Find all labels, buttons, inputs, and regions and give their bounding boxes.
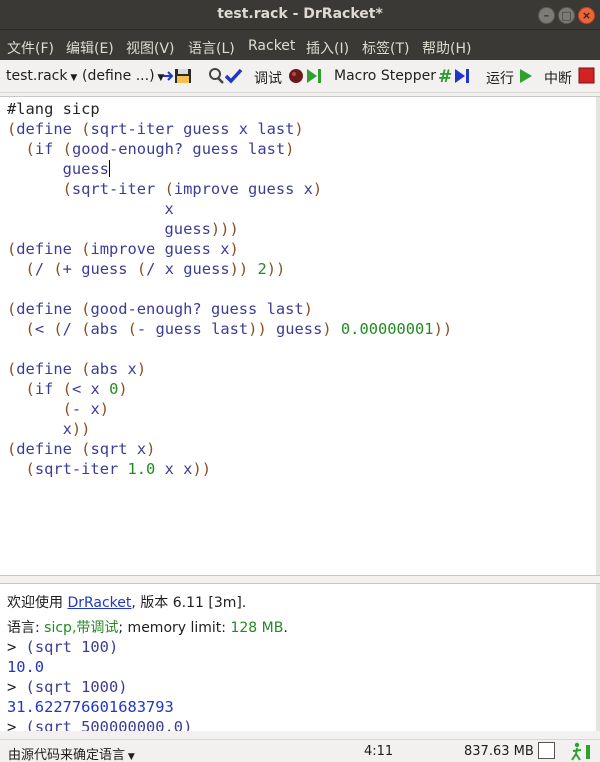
- editor-scrollbar[interactable]: [596, 97, 600, 575]
- pane-splitter[interactable]: [0, 576, 600, 583]
- language-prefix: 语言:: [7, 620, 45, 636]
- memory-limit-value: 128 MB: [230, 620, 284, 636]
- code-line: (define (abs x): [7, 360, 147, 378]
- language-line: 语言: sicp,带调试; memory limit: 128 MB.: [7, 617, 288, 637]
- code-line: (define (sqrt-iter guess x last): [7, 120, 304, 138]
- repl-prompt: >: [7, 678, 26, 696]
- repl-prompt: >: [7, 718, 26, 731]
- close-button[interactable]: ×: [578, 7, 595, 24]
- memory-usage: 837.63 MB: [464, 744, 534, 759]
- debug-button[interactable]: 调试: [254, 68, 282, 88]
- code-line: (/ (+ guess (/ x guess)) 2)): [25, 260, 286, 278]
- check-syntax-icon[interactable]: [208, 67, 244, 85]
- menu-help[interactable]: 帮助(H): [422, 38, 471, 58]
- svg-text:#: #: [438, 67, 452, 85]
- text-cursor: [108, 160, 110, 177]
- minimize-button[interactable]: –: [538, 7, 555, 24]
- memory-suffix: .: [283, 620, 288, 636]
- language-selector-label: 由源代码来确定语言: [8, 748, 126, 762]
- code-line: (sqrt-iter (improve guess x): [62, 180, 323, 198]
- welcome-suffix: , 版本 6.11 [3m].: [131, 595, 247, 611]
- chevron-down-icon: ▼: [67, 73, 78, 83]
- code-line: x)): [62, 420, 91, 438]
- save-icon[interactable]: [162, 67, 194, 85]
- toolbar: test.rack ▼ (define ...) ▼ 调试 Macro Step…: [0, 60, 600, 93]
- cursor-position: 4:11: [364, 744, 394, 759]
- repl-input: (sqrt 500000000.0): [25, 718, 193, 731]
- code-line: (sqrt-iter 1.0 x x)): [25, 460, 212, 478]
- code-line: guess))): [164, 220, 239, 238]
- menu-language[interactable]: 语言(L): [188, 38, 235, 58]
- code-line: (< (/ (abs (- guess last)) guess) 0.0000…: [25, 320, 453, 338]
- file-selector[interactable]: test.rack ▼: [6, 68, 77, 84]
- code-line: (if (good-enough? guess last): [25, 140, 295, 158]
- menu-tabs[interactable]: 标签(T): [362, 38, 409, 58]
- define-selector[interactable]: (define ...) ▼: [82, 68, 164, 84]
- window-title: test.rack - DrRacket*: [217, 6, 383, 22]
- code-line: (define (good-enough? guess last): [7, 300, 313, 318]
- repl-output-line: 31.622776601683793: [7, 698, 174, 716]
- menu-insert[interactable]: 插入(I): [306, 38, 349, 58]
- menu-edit[interactable]: 编辑(E): [66, 38, 114, 58]
- repl-input-line: > (sqrt 500000000.0): [7, 718, 192, 731]
- status-bar: 由源代码来确定语言 ▼ 4:11 837.63 MB: [0, 739, 600, 762]
- menu-file[interactable]: 文件(F): [7, 38, 54, 58]
- interactions-scrollbar[interactable]: [596, 584, 600, 731]
- language-selector[interactable]: 由源代码来确定语言 ▼: [8, 744, 135, 762]
- code-line: #lang sicp: [7, 100, 100, 118]
- code-line: (if (< x 0): [25, 380, 128, 398]
- welcome-line: 欢迎使用 DrRacket, 版本 6.11 [3m].: [7, 592, 246, 612]
- code-line: (define (sqrt x): [7, 440, 156, 458]
- menu-view[interactable]: 视图(V): [126, 38, 175, 58]
- window-titlebar: test.rack - DrRacket* – □ ×: [0, 0, 600, 30]
- break-button[interactable]: 中断: [544, 68, 572, 88]
- repl-output-line: 10.0: [7, 658, 45, 676]
- drracket-link[interactable]: DrRacket: [67, 595, 131, 611]
- language-value: sicp,带调试: [44, 620, 119, 636]
- repl-input-line: > (sqrt 1000): [7, 678, 127, 696]
- interactions-pane[interactable]: 欢迎使用 DrRacket, 版本 6.11 [3m]. 语言: sicp,带调…: [0, 583, 600, 731]
- repl-prompt: >: [7, 638, 26, 656]
- repl-input: (sqrt 1000): [25, 678, 128, 696]
- code-line: ​: [7, 279, 452, 299]
- file-selector-label: test.rack: [6, 68, 68, 84]
- gc-indicator: [538, 742, 555, 759]
- chevron-down-icon: ▼: [125, 752, 135, 762]
- definitions-editor[interactable]: #lang sicp (define (sqrt-iter guess x las…: [0, 96, 600, 576]
- define-selector-label: (define ...): [82, 68, 155, 84]
- code-line: ​: [7, 339, 452, 359]
- code-line: guess: [62, 160, 110, 178]
- macro-stepper-button[interactable]: Macro Stepper: [334, 68, 436, 84]
- memory-prefix: ; memory limit:: [118, 620, 231, 636]
- running-man-icon: [571, 742, 590, 761]
- welcome-prefix: 欢迎使用: [7, 595, 68, 611]
- code-line: (- x): [62, 400, 110, 418]
- stop-icon[interactable]: [578, 67, 595, 85]
- source-code: #lang sicp (define (sqrt-iter guess x las…: [7, 99, 452, 479]
- run-icon[interactable]: [518, 67, 534, 85]
- menu-racket[interactable]: Racket: [248, 38, 295, 54]
- menubar: 文件(F) 编辑(E) 视图(V) 语言(L) Racket 插入(I) 标签(…: [0, 30, 600, 60]
- code-line: x: [164, 200, 174, 218]
- repl-input-line: > (sqrt 100): [7, 638, 118, 656]
- macro-stepper-icon[interactable]: #: [437, 67, 475, 85]
- maximize-button[interactable]: □: [558, 7, 575, 24]
- repl-input: (sqrt 100): [25, 638, 119, 656]
- code-line: (define (improve guess x): [7, 240, 239, 258]
- debug-icon[interactable]: [287, 67, 323, 85]
- run-button[interactable]: 运行: [486, 68, 514, 88]
